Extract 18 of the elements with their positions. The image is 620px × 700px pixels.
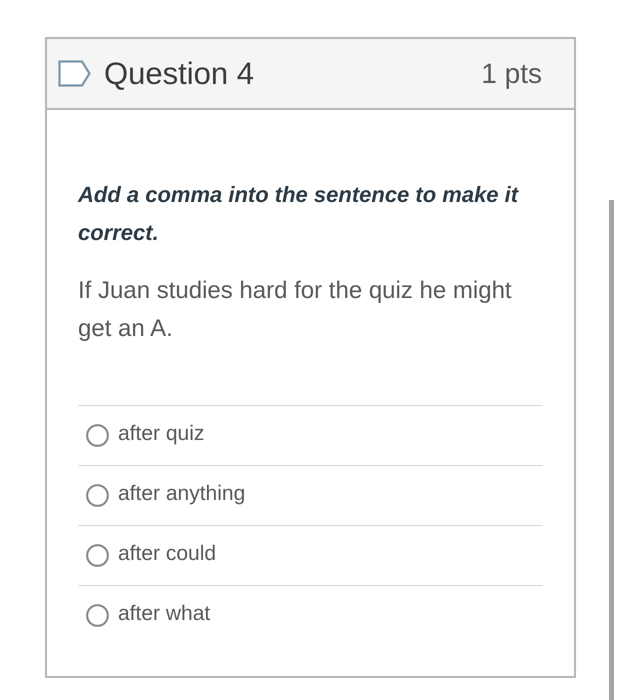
- radio-icon[interactable]: [86, 484, 109, 507]
- answer-option[interactable]: after quiz: [78, 405, 543, 465]
- scrollbar[interactable]: [609, 200, 614, 700]
- question-title: Question 4: [104, 58, 254, 89]
- answer-option[interactable]: after could: [78, 525, 543, 585]
- radio-icon[interactable]: [86, 424, 109, 447]
- answer-option[interactable]: after anything: [78, 465, 543, 525]
- answer-label: after what: [118, 603, 210, 624]
- flag-icon[interactable]: [58, 60, 91, 87]
- answer-label: after anything: [118, 483, 246, 504]
- radio-icon[interactable]: [86, 604, 109, 627]
- answer-label: after quiz: [118, 423, 204, 444]
- radio-icon[interactable]: [86, 544, 109, 567]
- question-sentence: If Juan studies hard for the quiz he might get an A.: [78, 276, 513, 344]
- answer-option[interactable]: after what: [78, 585, 543, 645]
- question-points: 1 pts: [481, 60, 542, 88]
- question-prompt: Add a comma into the sentence to make it correct.: [78, 181, 520, 247]
- answer-label: after could: [118, 543, 216, 564]
